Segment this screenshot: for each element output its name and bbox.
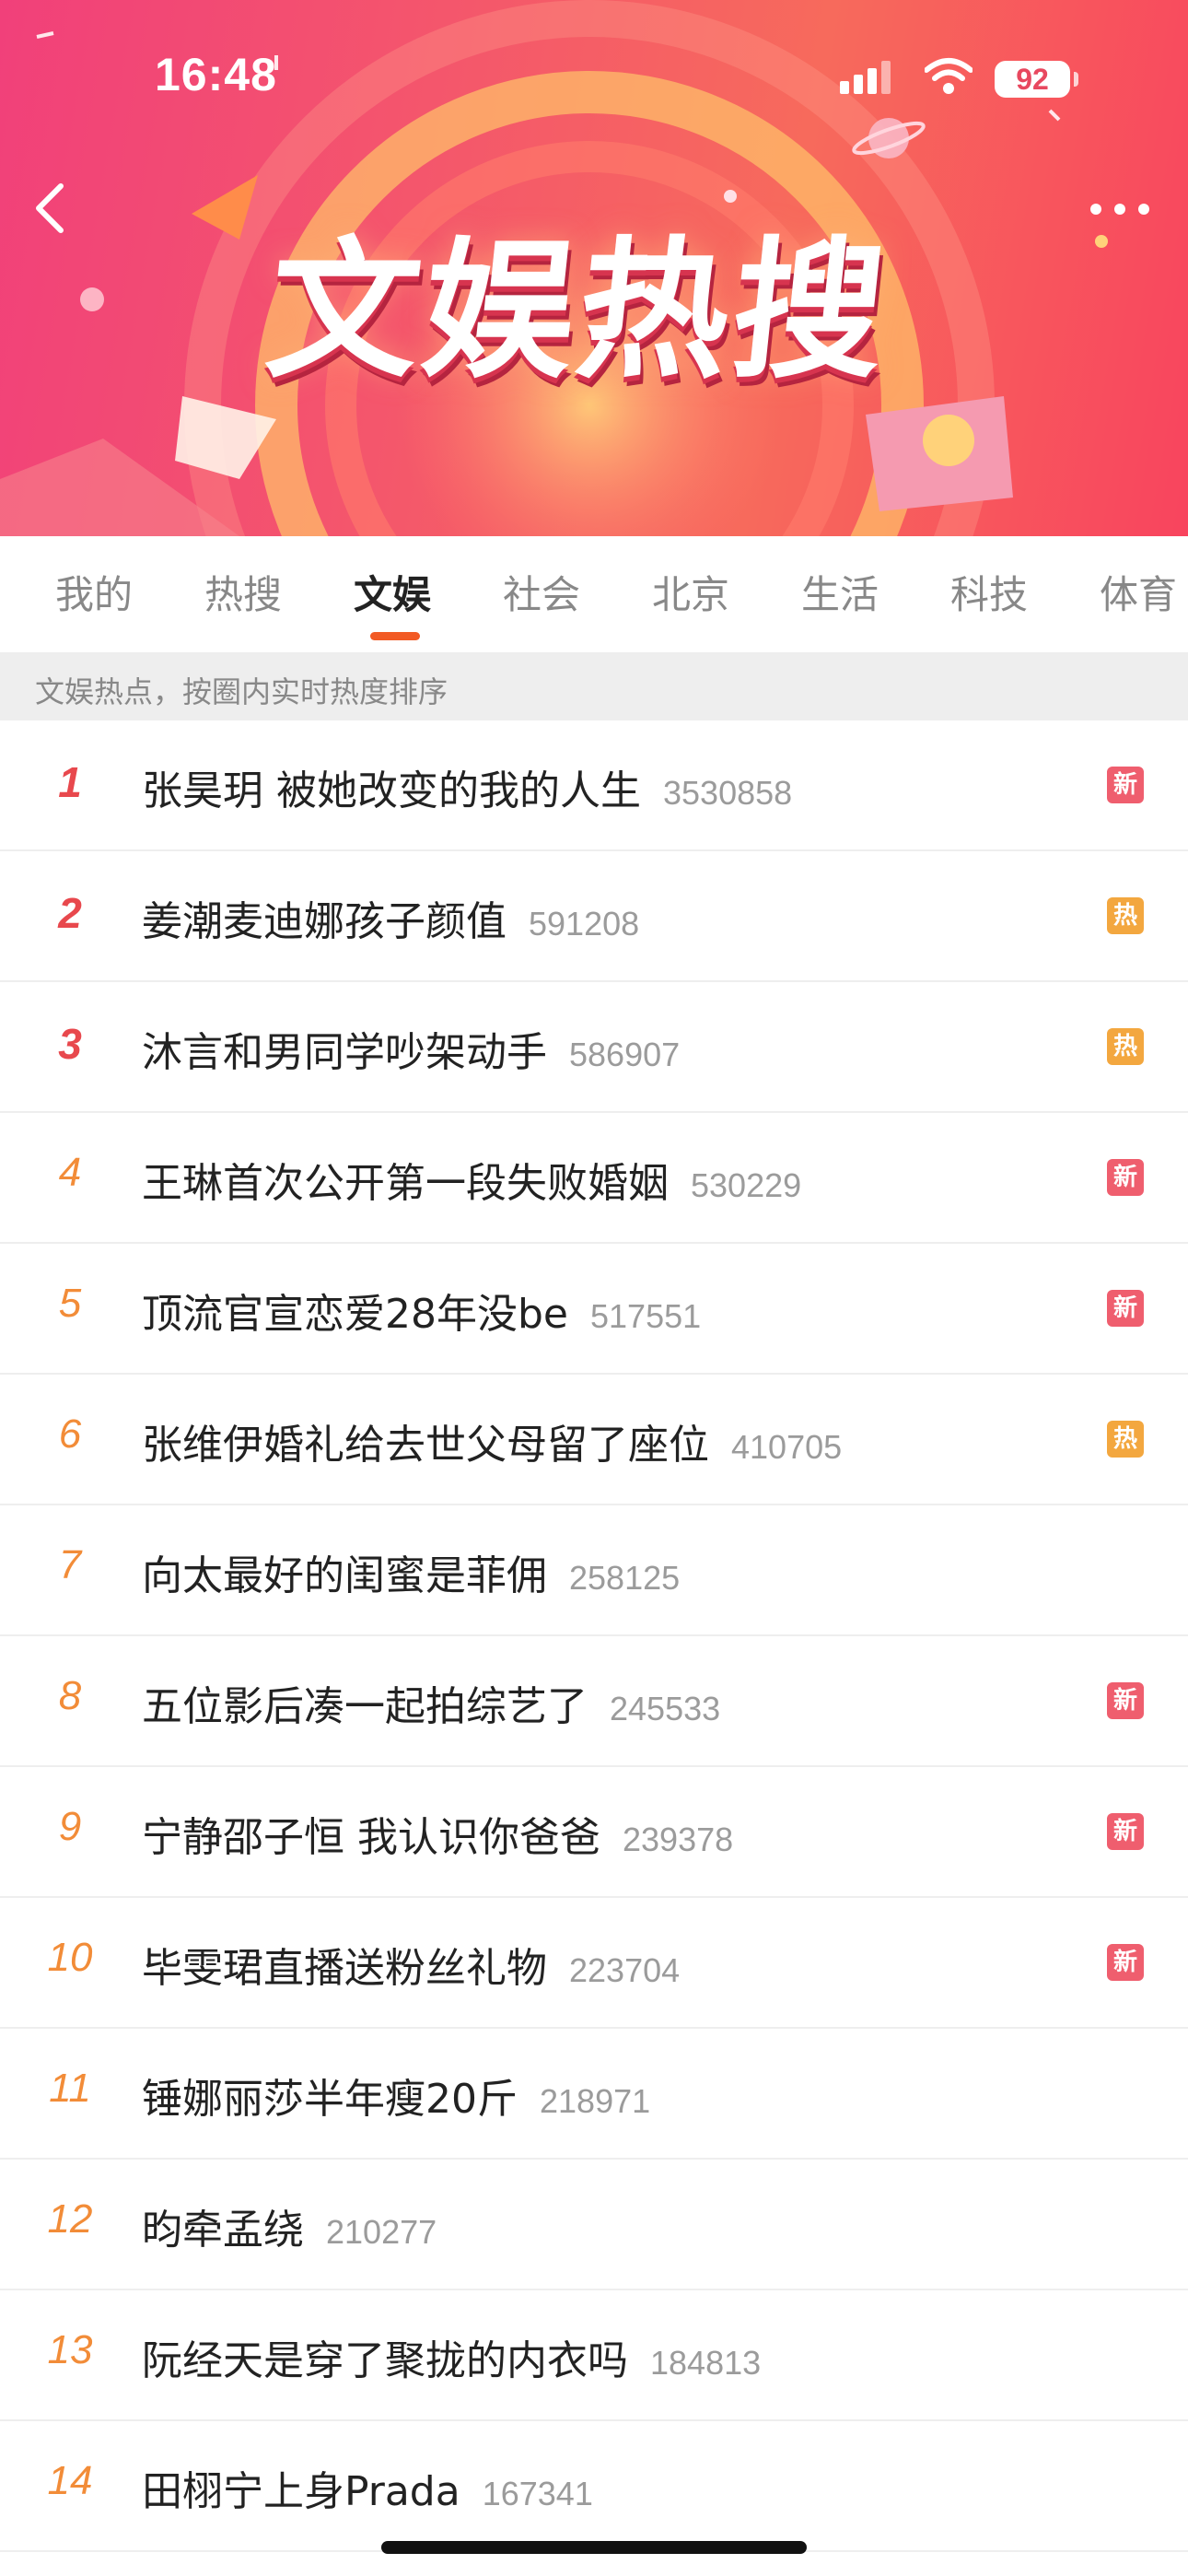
item-title: 昀牵孟绕 — [142, 2207, 304, 2254]
rank-number: 14 — [47, 2458, 93, 2503]
rank-number: 7 — [58, 1542, 82, 1587]
active-tab-indicator — [370, 632, 420, 640]
new-badge: 新 — [1107, 1944, 1144, 1981]
heat-count: 184813 — [650, 2344, 762, 2382]
list-item[interactable]: 7 向太最好的闺蜜是菲佣 258125 — [0, 1505, 1188, 1636]
rank-number: 10 — [47, 1935, 93, 1980]
heat-count: 223704 — [569, 1951, 681, 1989]
heat-count: 586907 — [569, 1036, 681, 1073]
new-badge: 新 — [1107, 1813, 1144, 1850]
heat-count: 591208 — [529, 905, 640, 943]
item-title: 顶流官宣恋爱28年没be — [142, 1291, 568, 1338]
list-item[interactable]: 6 张维伊婚礼给去世父母留了座位 410705 热 — [0, 1375, 1188, 1505]
back-chevron-icon[interactable] — [24, 181, 79, 236]
tab-tech[interactable]: 科技 — [950, 564, 1028, 620]
item-title: 张维伊婚礼给去世父母留了座位 — [142, 1422, 709, 1469]
item-title: 姜潮麦迪娜孩子颜值 — [142, 898, 507, 945]
rank-number: 1 — [58, 758, 82, 806]
cellular-signal-icon — [840, 61, 891, 94]
new-badge: 新 — [1107, 1290, 1144, 1327]
list-description: 文娱热点，按圈内实时热度排序 — [0, 652, 1188, 720]
list-item[interactable]: 5 顶流官宣恋爱28年没be 517551 新 — [0, 1244, 1188, 1375]
list-description-text: 文娱热点，按圈内实时热度排序 — [35, 674, 448, 709]
rank-number: 11 — [49, 2066, 91, 2111]
item-title: 张昊玥 被她改变的我的人生 — [142, 767, 641, 814]
heat-count: 218971 — [540, 2082, 651, 2120]
hot-search-list: 1 张昊玥 被她改变的我的人生 3530858 新 2 姜潮麦迪娜孩子颜值 5912… — [0, 720, 1188, 2552]
wifi-icon — [925, 58, 973, 94]
list-item[interactable]: 12 昀牵孟绕 210277 — [0, 2160, 1188, 2290]
home-indicator — [381, 2541, 807, 2554]
heat-count: 410705 — [731, 1428, 843, 1466]
rank-number: 12 — [47, 2196, 93, 2242]
rank-number: 6 — [58, 1411, 82, 1457]
hot-badge: 热 — [1107, 1421, 1144, 1458]
battery-level: 92 — [995, 61, 1070, 98]
list-item[interactable]: 2 姜潮麦迪娜孩子颜值 591208 热 — [0, 851, 1188, 982]
item-title: 沐言和男同学吵架动手 — [142, 1029, 547, 1076]
heat-count: 210277 — [326, 2213, 437, 2251]
tab-beijing[interactable]: 北京 — [652, 564, 729, 620]
new-badge: 新 — [1107, 767, 1144, 803]
heat-count: 167341 — [482, 2475, 593, 2512]
category-tabs: 我的 热搜 文娱 社会 北京 生活 科技 体育 — [0, 536, 1188, 652]
list-item[interactable]: 10 毕雯珺直播送粉丝礼物 223704 新 — [0, 1898, 1188, 2029]
heat-count: 517551 — [590, 1297, 702, 1335]
item-title: 田栩宁上身Prada — [142, 2468, 460, 2515]
heat-count: 3530858 — [663, 774, 793, 812]
list-item[interactable]: 4 王琳首次公开第一段失败婚姻 530229 新 — [0, 1113, 1188, 1244]
tab-life[interactable]: 生活 — [801, 564, 879, 620]
list-item[interactable]: 13 阮经天是穿了聚拢的内衣吗 184813 — [0, 2290, 1188, 2421]
hot-badge: 热 — [1107, 897, 1144, 934]
tab-mine[interactable]: 我的 — [55, 564, 133, 620]
rank-number: 5 — [58, 1281, 82, 1326]
item-title: 宁静邵子恒 我认识你爸爸 — [142, 1814, 600, 1861]
heat-count: 239378 — [623, 1821, 734, 1858]
tab-entertainment[interactable]: 文娱 — [354, 564, 431, 620]
rank-number: 9 — [58, 1804, 82, 1849]
tab-hot-search[interactable]: 热搜 — [204, 564, 282, 620]
new-badge: 新 — [1107, 1682, 1144, 1719]
item-title: 向太最好的闺蜜是菲佣 — [142, 1552, 547, 1599]
rank-number: 13 — [47, 2327, 93, 2372]
hero-banner: 16:48 92 文娱热搜 — [0, 0, 1188, 536]
item-title: 锤娜丽莎半年瘦20斤 — [142, 2076, 518, 2123]
tab-society[interactable]: 社会 — [503, 564, 580, 620]
battery-tip — [1074, 72, 1078, 87]
rank-number: 2 — [58, 889, 82, 937]
list-item[interactable]: 11 锤娜丽莎半年瘦20斤 218971 — [0, 2029, 1188, 2160]
rank-number: 8 — [58, 1673, 82, 1718]
list-item[interactable]: 8 五位影后凑一起拍综艺了 245533 新 — [0, 1636, 1188, 1767]
more-options-icon[interactable] — [1083, 186, 1157, 232]
heat-count: 530229 — [691, 1166, 802, 1204]
hot-badge: 热 — [1107, 1028, 1144, 1065]
list-item[interactable]: 9 宁静邵子恒 我认识你爸爸 239378 新 — [0, 1767, 1188, 1898]
heat-count: 245533 — [610, 1690, 721, 1727]
item-title: 毕雯珺直播送粉丝礼物 — [142, 1945, 547, 1992]
item-title: 五位影后凑一起拍综艺了 — [142, 1683, 588, 1730]
new-badge: 新 — [1107, 1159, 1144, 1196]
status-time: 16:48 — [155, 49, 277, 100]
item-title: 阮经天是穿了聚拢的内衣吗 — [142, 2337, 628, 2384]
list-item[interactable]: 1 张昊玥 被她改变的我的人生 3530858 新 — [0, 720, 1188, 851]
item-title: 王琳首次公开第一段失败婚姻 — [142, 1160, 669, 1207]
heat-count: 258125 — [569, 1559, 681, 1597]
list-item[interactable]: 14 田栩宁上身Prada 167341 — [0, 2421, 1188, 2552]
tab-sports[interactable]: 体育 — [1100, 564, 1177, 620]
rank-number: 3 — [58, 1020, 82, 1068]
list-item[interactable]: 3 沐言和男同学吵架动手 586907 热 — [0, 982, 1188, 1113]
rank-number: 4 — [58, 1150, 82, 1195]
banner-title: 文娱热搜 — [260, 223, 898, 399]
